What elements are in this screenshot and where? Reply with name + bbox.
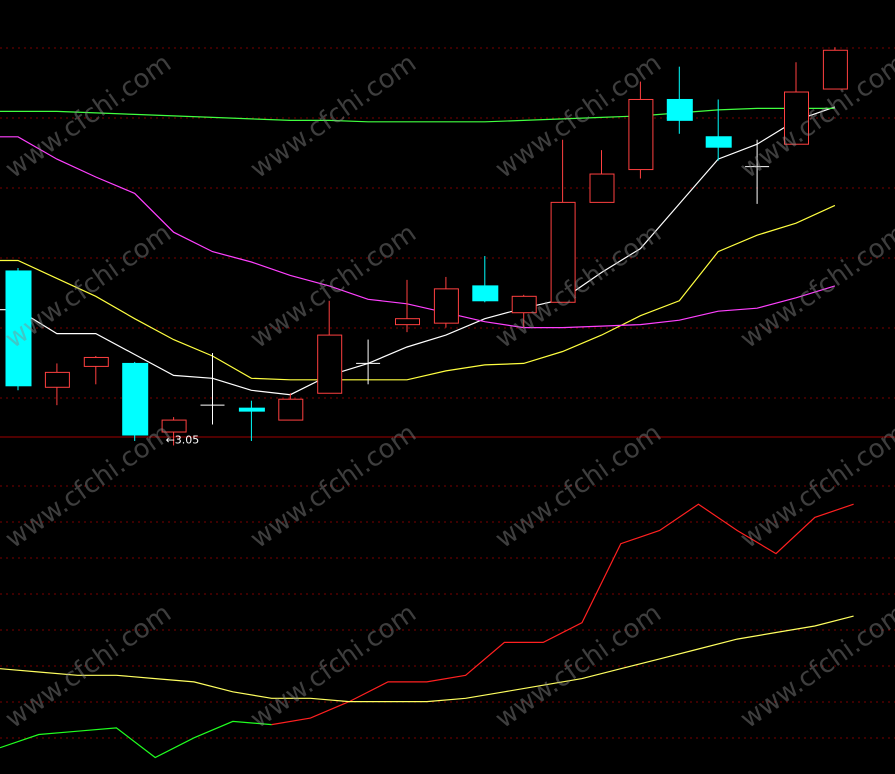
candle-body: [161, 419, 187, 433]
oscillator-signal-line: [0, 615, 854, 703]
candle-body: [317, 334, 343, 394]
candle-body: [589, 173, 615, 203]
candlesticks: [5, 47, 848, 446]
candle-body: [550, 201, 576, 303]
candle: [278, 393, 304, 421]
candle: [666, 66, 693, 134]
candle: [238, 400, 265, 441]
candle: [83, 355, 109, 385]
candle: [822, 47, 848, 90]
candle-body: [433, 288, 459, 324]
ma-line-magenta: [0, 136, 836, 329]
candle: [433, 276, 459, 328]
candle: [356, 339, 381, 385]
candle: [472, 256, 499, 303]
candle-body: [472, 285, 499, 302]
oscillator-line-red: [271, 503, 854, 726]
candle: [200, 352, 225, 425]
low-price-annotation: ←3.05: [166, 434, 200, 447]
stock-chart: ←3.05: [0, 47, 895, 759]
candle-body: [83, 356, 109, 367]
candle-body: [511, 295, 537, 314]
candle-body: [122, 362, 149, 436]
candle: [122, 361, 149, 441]
candle-body: [822, 49, 848, 90]
candle: [628, 81, 654, 179]
candle-body: [666, 98, 693, 121]
candle-body: [5, 270, 32, 387]
candle: [44, 363, 70, 406]
candle: [511, 294, 537, 328]
candle: [745, 139, 770, 204]
price-moving-averages: [0, 106, 836, 396]
candle: [550, 139, 576, 303]
candle: [5, 267, 32, 391]
oscillator-panel: [0, 503, 854, 759]
ma-line-yellow: [0, 204, 836, 381]
ma-line-green: [0, 107, 835, 123]
candle-body: [784, 91, 809, 145]
candle: [784, 62, 809, 145]
candle-body: [238, 407, 265, 412]
candle: [589, 150, 615, 203]
candle-body: [395, 318, 420, 326]
candle: [317, 300, 343, 394]
oscillator-line-green: [0, 720, 272, 759]
ma-line-white: [0, 106, 836, 396]
candle-body: [44, 371, 70, 388]
candle-body: [278, 398, 304, 421]
candle: [705, 99, 732, 161]
candle-body: [628, 98, 654, 171]
candle-body: [705, 136, 732, 148]
